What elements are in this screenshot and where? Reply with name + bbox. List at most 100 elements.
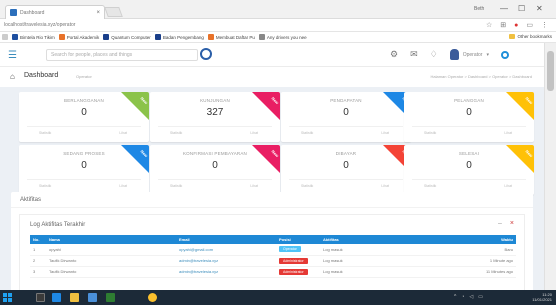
volume-icon[interactable]: ◁	[469, 294, 473, 300]
card-footer-left: Statistik	[39, 184, 52, 188]
search-button[interactable]	[200, 48, 212, 60]
tab-title: Dashboard	[20, 9, 45, 16]
browser-tabstrip: Dashboard × Beth — ☐ ✕	[0, 0, 556, 19]
card-footer-right[interactable]: Lihat	[381, 131, 389, 135]
card-footer-right[interactable]: Lihat	[250, 131, 258, 135]
card-footer-right[interactable]: Lihat	[504, 184, 512, 188]
stat-card-dibayar[interactable]: New DIBAYAR 0 Statistik Lihat	[281, 145, 411, 195]
maximize-window-button[interactable]: ☐	[518, 4, 525, 13]
cell-email[interactable]: opyahi@gmail.com	[176, 244, 276, 256]
bookmark-favicon-icon	[207, 34, 214, 40]
card-value: 327	[206, 107, 224, 118]
user-menu[interactable]: Operator ▾	[449, 49, 489, 60]
bookmark-item[interactable]: Portal Akademik	[58, 34, 100, 40]
bookmark-favicon-icon	[154, 34, 161, 40]
close-icon[interactable]: ×	[510, 220, 514, 227]
card-label: DIBAYAR	[335, 151, 357, 156]
collapse-icon[interactable]: –	[498, 220, 502, 227]
browser-edge-icon[interactable]	[52, 293, 61, 302]
mail-icon[interactable]: ✉	[410, 49, 418, 60]
other-bookmarks-label: Other bookmarks	[517, 34, 552, 39]
cell-email[interactable]: admin@travelesia.xyz	[176, 266, 276, 278]
column-header-nama: Nama	[49, 237, 60, 242]
card-label: BERLANGGANAN	[64, 98, 104, 103]
search-input[interactable]: Search for people, places and things	[46, 49, 198, 61]
bookmark-item[interactable]: Quantum Computer	[103, 34, 151, 40]
content-area: ⌂ Dashboard Operator Halaman Operator > …	[0, 67, 544, 290]
settings-icon[interactable]: ⚙	[390, 49, 398, 60]
clock[interactable]: 11:20 11/01/2021	[532, 292, 552, 302]
bookmark-label: Badan Pengembang	[162, 34, 204, 40]
cast-icon[interactable]: ▭	[526, 21, 533, 29]
column-header-no: No.	[33, 237, 40, 242]
apps-bookmark[interactable]	[2, 34, 8, 40]
bookmark-favicon-icon	[12, 34, 18, 40]
address-bar: localhost/travelesia.xyz/operator ☆ ⊞ ● …	[0, 19, 556, 32]
bookmark-item[interactable]: Badan Pengembang	[154, 34, 204, 40]
avatar	[449, 49, 459, 60]
url-field[interactable]: localhost/travelesia.xyz/operator	[4, 22, 75, 28]
browser-tab[interactable]: Dashboard ×	[5, 5, 105, 19]
stat-card-konfirmasi-pembayaran[interactable]: New KONFIRMASI PEMBAYARAN 0 Statistik Li…	[150, 145, 280, 195]
tab-close-icon[interactable]: ×	[96, 10, 100, 16]
app-icon[interactable]	[106, 293, 115, 302]
card-footer-right[interactable]: Lihat	[381, 184, 389, 188]
cell-name: Taufik Dirwanto	[46, 255, 176, 267]
card-footer-right[interactable]: Lihat	[250, 184, 258, 188]
page-subtitle: Operator	[76, 74, 92, 79]
extension-icon[interactable]: ⊞	[500, 21, 506, 29]
hamburger-menu-icon[interactable]: ☰	[8, 50, 17, 61]
folder-icon	[509, 34, 516, 39]
close-window-button[interactable]: ✕	[536, 4, 543, 13]
card-footer-right[interactable]: Lihat	[119, 131, 127, 135]
bookmark-item[interactable]: Membuat Daftar Pu	[207, 34, 255, 40]
bookmark-label: Membuat Daftar Pu	[215, 34, 255, 40]
breadcrumb[interactable]: Halaman Operator > Dashboard > Operator …	[430, 74, 532, 79]
keyboard-icon[interactable]: ▭	[478, 294, 483, 300]
cell-no: 3	[30, 266, 46, 278]
control-sidebar-icon[interactable]	[500, 50, 509, 59]
extension-red-icon[interactable]: ●	[514, 22, 518, 29]
table-row: 2 Taufik Dirwanto admin@travelesia.xyz A…	[30, 255, 516, 267]
bookmark-favicon-icon	[58, 34, 65, 40]
card-divider	[412, 126, 526, 127]
menu-dots-icon[interactable]: ⋮	[541, 21, 548, 29]
card-label: SEDANG PROSES	[63, 151, 105, 156]
stat-card-pendapatan[interactable]: New PENDAPATAN 0 Statistik Lihat	[281, 92, 411, 142]
profile-name[interactable]: Beth	[474, 6, 484, 12]
bookmark-item[interactable]: Bimtela Rio Tikim	[12, 34, 55, 40]
tray-chevron-icon[interactable]: ^	[454, 294, 456, 300]
cell-email[interactable]: admin@travelesia.xyz	[176, 255, 276, 267]
card-divider	[27, 126, 141, 127]
bell-icon[interactable]: ♢	[430, 49, 438, 60]
stat-card-sedang-proses[interactable]: New SEDANG PROSES 0 Statistik Lihat	[19, 145, 149, 195]
network-icon[interactable]: ◔	[461, 294, 464, 300]
card-label: SELESAI	[458, 151, 480, 156]
card-label: PELANGGAN	[454, 98, 484, 103]
cell-time: Baru	[430, 244, 516, 256]
header-icons: ⚙ ✉ ♢ Operator ▾	[390, 49, 509, 60]
stat-card-pelanggan[interactable]: New PELANGGAN 0 Statistik Lihat	[404, 92, 534, 142]
bookmark-item[interactable]: Any drivers you nee	[258, 34, 307, 40]
page-scrollbar[interactable]	[544, 43, 556, 290]
other-bookmarks[interactable]: Other bookmarks	[509, 34, 552, 39]
minimize-window-button[interactable]: —	[500, 4, 508, 13]
windows-start-icon[interactable]	[3, 293, 12, 302]
stat-card-kunjungan[interactable]: New KUNJUNGAN 327 Statistik Lihat	[150, 92, 280, 142]
card-divider	[289, 126, 403, 127]
stat-card-selesai[interactable]: New SELESAI 0 Statistik Lihat	[404, 145, 534, 195]
bookmark-label: Portal Akademik	[66, 34, 100, 40]
scrollbar-thumb[interactable]	[547, 51, 554, 91]
card-footer-right[interactable]: Lihat	[504, 131, 512, 135]
task-view-icon[interactable]	[36, 293, 45, 302]
stat-card-berlangganan[interactable]: New BERLANGGANAN 0 Statistik Lihat	[19, 92, 149, 142]
chrome-icon[interactable]	[148, 293, 157, 302]
card-divider	[412, 179, 526, 180]
store-icon[interactable]	[88, 293, 97, 302]
file-explorer-icon[interactable]	[70, 293, 79, 302]
new-tab-button[interactable]	[104, 7, 123, 17]
card-value: 0	[212, 160, 218, 171]
star-icon[interactable]: ☆	[486, 21, 492, 29]
card-footer-left: Statistik	[170, 131, 183, 135]
card-footer-right[interactable]: Lihat	[119, 184, 127, 188]
